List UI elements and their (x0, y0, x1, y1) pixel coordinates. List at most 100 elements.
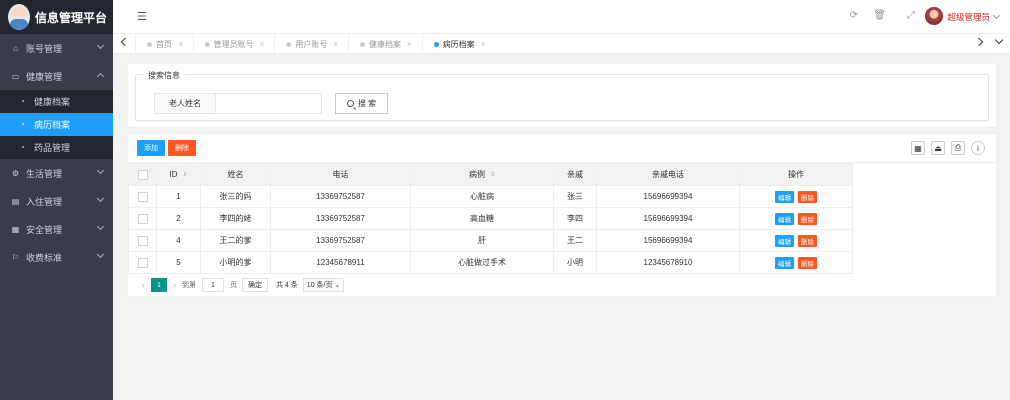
trash-icon[interactable]: 🗑 (873, 10, 886, 21)
sidebar-item-label: 病历档案 (34, 120, 71, 130)
sidebar-item-label: 收费标准 (26, 252, 63, 263)
sort-icon[interactable]: ⇕ (490, 171, 495, 178)
cell-phone: 13369752587 (270, 207, 411, 230)
tabs-menu-icon[interactable] (994, 35, 1004, 45)
dashboard-icon: ◔ (20, 97, 25, 106)
edit-button[interactable]: 编辑 (775, 190, 794, 203)
cell-actions: 编辑 删除 (739, 207, 853, 230)
add-button[interactable]: 添加 (137, 140, 165, 156)
row-delete-button[interactable]: 删除 (798, 212, 817, 225)
row-checkbox[interactable] (137, 191, 148, 202)
row-checkbox[interactable] (137, 213, 148, 224)
column-header-actions: 操作 (739, 163, 853, 186)
sidebar-nav: ⌂ 账号管理 ▭ 健康管理 ◔ 健康档案 ◔ 病历档案 ◔ 药品管理 ⚙ 生活管… (0, 34, 113, 271)
tab-user-accounts[interactable]: 用户账号 × (274, 34, 348, 54)
elder-name-input[interactable] (215, 93, 322, 114)
refresh-icon[interactable]: ⟳ (850, 10, 858, 21)
cell-id: 5 (156, 251, 201, 274)
close-icon[interactable]: × (178, 40, 183, 49)
sidebar: 信息管理平台 ⌂ 账号管理 ▭ 健康管理 ◔ 健康档案 ◔ 病历档案 ◔ 药品管… (0, 0, 113, 400)
records-table: ID ⇕ 姓名 电话 病例 ⇕ 亲戚 亲戚电话 操作 1 张三的妈 13369752… (128, 163, 853, 274)
tab-dot-icon (433, 41, 439, 47)
sidebar-item-label: 健康档案 (34, 97, 71, 107)
export-icon[interactable]: ⏏ (931, 141, 945, 155)
tab-health-records[interactable]: 健康档案 × (348, 34, 422, 54)
columns-filter-icon[interactable]: ▦ (911, 141, 925, 155)
table-row: 2 李四的姥 13369752587 高血糖 李四 15696699394 编辑… (128, 207, 853, 230)
cell-id: 1 (156, 185, 201, 208)
sidebar-item-life[interactable]: ⚙ 生活管理 (0, 159, 113, 187)
sort-icon[interactable]: ⇕ (182, 171, 187, 178)
sidebar-item-label: 账号管理 (26, 43, 63, 54)
app-title: 信息管理平台 (35, 10, 108, 25)
sidebar-item-health-records[interactable]: ◔ 健康档案 (0, 90, 113, 113)
elder-name-label: 老人姓名 (154, 93, 216, 114)
row-checkbox[interactable] (137, 257, 148, 268)
page-unit-label: 页 (230, 282, 237, 289)
sidebar-item-checkin[interactable]: ▤ 入住管理 (0, 187, 113, 215)
sidebar-item-label: 入住管理 (26, 196, 63, 207)
cell-case: 心脏做过手术 (410, 251, 554, 274)
tabs-scroll-left-icon[interactable] (120, 37, 130, 47)
row-delete-button[interactable]: 删除 (798, 256, 817, 269)
page-size-select[interactable]: 10 条/页 ⌄ (302, 278, 345, 292)
search-button[interactable]: 搜 索 (335, 93, 388, 114)
search-panel: 搜索信息 老人姓名 搜 索 (127, 63, 997, 128)
tabs-bar: 首页 × 管理员账号 × 用户账号 × 健康档案 × 病历档案 × (113, 34, 1010, 54)
fullscreen-icon[interactable]: ⤢ (907, 10, 915, 21)
print-icon[interactable]: ⎙ (951, 141, 965, 155)
cell-relative-phone: 15696699394 (596, 185, 740, 208)
menu-toggle-icon[interactable]: ☰ (137, 10, 147, 23)
close-icon[interactable]: × (260, 40, 265, 49)
cell-actions: 编辑 删除 (739, 229, 853, 252)
cell-name: 王二的爹 (200, 229, 271, 252)
tab-medical-records[interactable]: 病历档案 × (421, 34, 496, 54)
tab-admin-accounts[interactable]: 管理员账号 × (192, 34, 275, 54)
close-icon[interactable]: × (481, 40, 486, 49)
row-checkbox[interactable] (137, 235, 148, 246)
column-header-relative: 亲戚 (553, 163, 597, 186)
delete-button[interactable]: 删除 (168, 140, 196, 156)
flag-icon: ⚐ (11, 252, 20, 262)
user-menu[interactable]: 超级管理员 (947, 11, 999, 23)
goto-page-input[interactable]: 1 (202, 278, 224, 292)
tab-home[interactable]: 首页 × (135, 34, 193, 54)
edit-button[interactable]: 编辑 (775, 212, 794, 225)
user-avatar[interactable] (925, 7, 943, 25)
current-page[interactable]: 1 (151, 278, 167, 292)
goto-confirm-button[interactable]: 确定 (242, 278, 268, 292)
dashboard-icon: ◔ (20, 143, 25, 152)
sidebar-item-medicine[interactable]: ◔ 药品管理 (0, 136, 113, 159)
goto-label: 到第 (182, 282, 196, 289)
table-row: 1 张三的妈 13369752587 心脏病 张三 15696699394 编辑… (128, 185, 853, 208)
sidebar-item-medical-records[interactable]: ◔ 病历档案 (0, 113, 113, 136)
edit-button[interactable]: 编辑 (775, 234, 794, 247)
prev-page-icon[interactable]: ‹ (142, 280, 145, 290)
edit-button[interactable]: 编辑 (775, 256, 794, 269)
table-header-row: ID ⇕ 姓名 电话 病例 ⇕ 亲戚 亲戚电话 操作 (128, 163, 853, 186)
sidebar-item-fees[interactable]: ⚐ 收费标准 (0, 243, 113, 271)
column-header-id[interactable]: ID ⇕ (156, 163, 201, 186)
tabs-scroll-right-icon[interactable] (974, 37, 984, 47)
next-page-icon[interactable]: › (173, 280, 176, 290)
row-delete-button[interactable]: 删除 (798, 190, 817, 203)
logo-avatar-icon (8, 4, 30, 30)
row-delete-button[interactable]: 删除 (798, 234, 817, 247)
sidebar-item-account[interactable]: ⌂ 账号管理 (0, 34, 113, 62)
cell-id: 4 (156, 229, 201, 252)
tab-dot-icon (204, 41, 210, 47)
column-header-label: ID (169, 170, 178, 179)
info-icon[interactable]: i (971, 141, 985, 155)
sidebar-item-security[interactable]: ▦ 安全管理 (0, 215, 113, 243)
cell-name: 张三的妈 (200, 185, 271, 208)
sidebar-item-health[interactable]: ▭ 健康管理 (0, 62, 113, 90)
close-icon[interactable]: × (333, 40, 338, 49)
logo: 信息管理平台 (0, 0, 113, 34)
sidebar-item-label: 安全管理 (26, 224, 63, 235)
select-all-checkbox[interactable] (137, 169, 148, 180)
column-header-name: 姓名 (200, 163, 271, 186)
close-icon[interactable]: × (407, 40, 412, 49)
sidebar-subnav: ◔ 健康档案 ◔ 病历档案 ◔ 药品管理 (0, 90, 113, 159)
column-header-case[interactable]: 病例 ⇕ (410, 163, 554, 186)
cell-phone: 13369752587 (270, 185, 411, 208)
